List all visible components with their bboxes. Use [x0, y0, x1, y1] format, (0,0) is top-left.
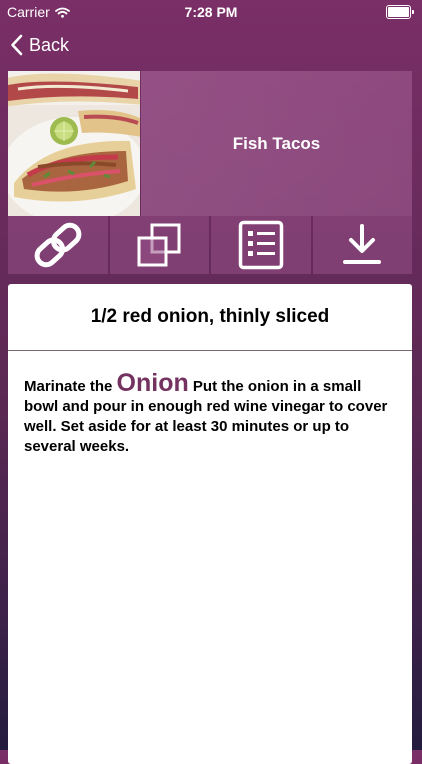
- action-bar: [8, 216, 412, 274]
- copy-icon: [137, 223, 181, 267]
- back-button[interactable]: Back: [10, 34, 69, 56]
- download-icon: [343, 224, 382, 264]
- list-icon: [238, 220, 283, 270]
- step-card: 1/2 red onion, thinly sliced Marinate th…: [8, 284, 412, 764]
- step-instructions: Marinate the Onion Put the onion in a sm…: [8, 351, 412, 457]
- recipe-header: Fish Tacos: [8, 71, 412, 216]
- tacos-image: [8, 71, 140, 216]
- recipe-title: Fish Tacos: [232, 133, 321, 153]
- recipe-photo: [8, 71, 140, 216]
- battery-icon: [386, 5, 414, 19]
- ingredient-list-button[interactable]: [211, 216, 311, 274]
- copy-button[interactable]: [109, 216, 209, 274]
- chevron-left-icon: [11, 34, 23, 56]
- download-button[interactable]: [312, 216, 412, 274]
- share-link-button[interactable]: [8, 216, 108, 274]
- recipe-title-panel: Fish Tacos: [141, 71, 412, 216]
- battery-fill: [388, 7, 409, 17]
- link-icon: [34, 222, 82, 268]
- ingredient-heading: 1/2 red onion, thinly sliced: [8, 284, 412, 351]
- status-bar: Carrier 7:28 PM: [0, 0, 422, 24]
- step-keyword: Onion: [116, 369, 189, 397]
- back-label: Back: [29, 34, 70, 55]
- status-time: 7:28 PM: [184, 4, 238, 20]
- step-intro: Marinate the: [24, 378, 113, 395]
